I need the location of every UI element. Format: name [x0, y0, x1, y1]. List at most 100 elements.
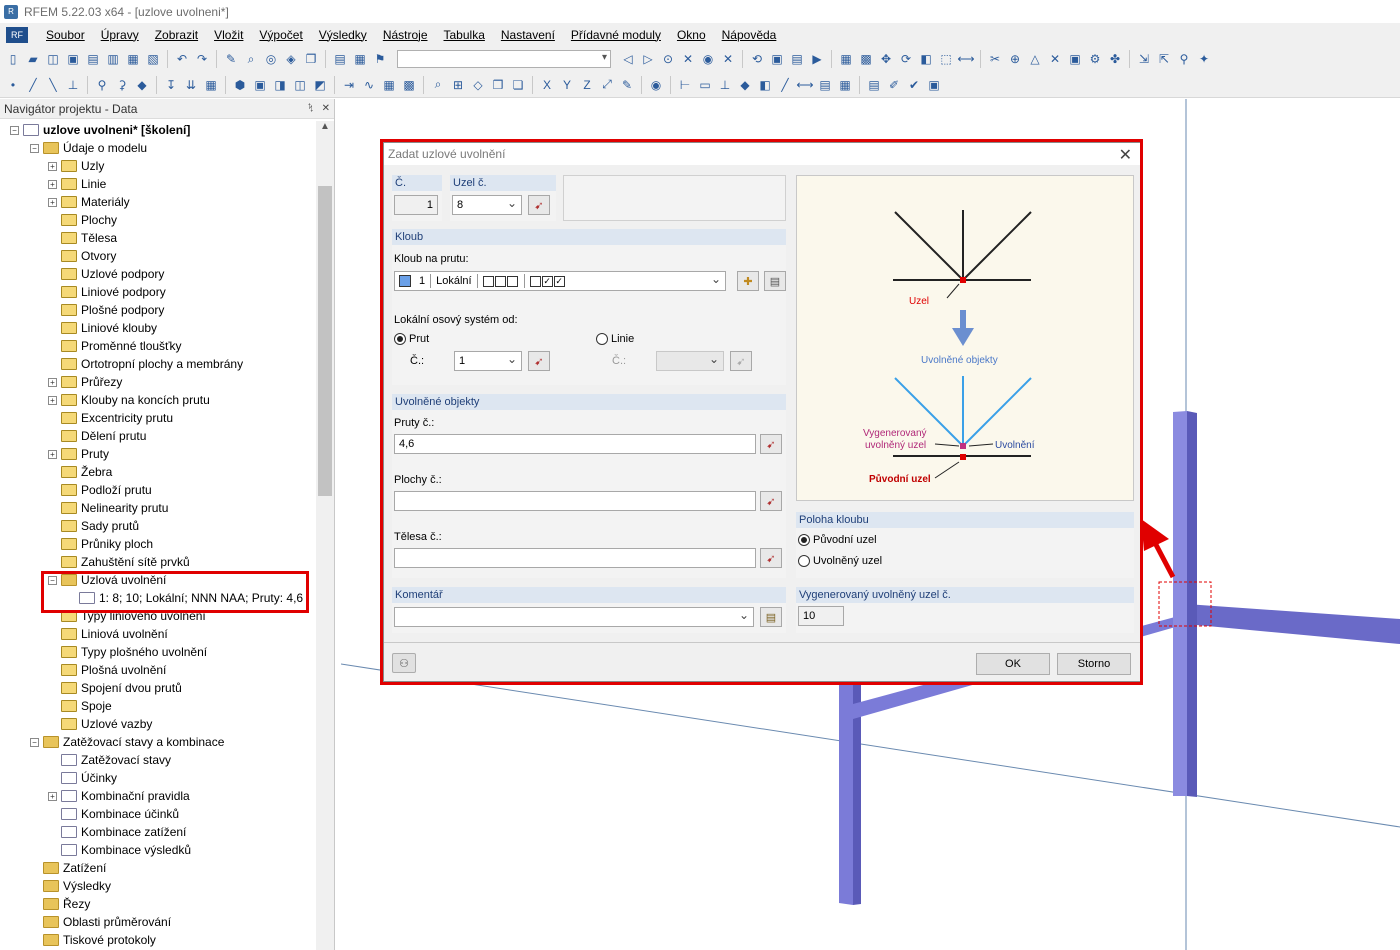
- menu-nastaveni[interactable]: Nastavení: [493, 28, 563, 42]
- menu-pridavne-moduly[interactable]: Přídavné moduly: [563, 28, 669, 42]
- render-icon[interactable]: ◉: [647, 76, 665, 94]
- view-y-icon[interactable]: Y: [558, 76, 576, 94]
- app-menu-icon[interactable]: RF: [6, 26, 28, 43]
- surface-tool-icon[interactable]: ◆: [133, 76, 151, 94]
- menu-tabulka[interactable]: Tabulka: [436, 28, 493, 42]
- animate-icon[interactable]: ▶: [808, 50, 826, 68]
- tree-load-item[interactable]: Kombinace výsledků: [48, 841, 191, 859]
- report-icon[interactable]: ▤: [788, 50, 806, 68]
- node-combo[interactable]: 8: [452, 195, 522, 215]
- tree-load-item[interactable]: Kombinace zatížení: [48, 823, 186, 841]
- cube-tool-icon[interactable]: ◨: [271, 76, 289, 94]
- member-no-combo[interactable]: 1: [454, 351, 522, 371]
- expand-icon[interactable]: +: [48, 395, 57, 405]
- ok-button[interactable]: OK: [976, 653, 1050, 675]
- marker-icon[interactable]: ✦: [1195, 50, 1213, 68]
- tree-item[interactable]: Tělesa: [48, 229, 117, 247]
- view-icon[interactable]: ⊙: [659, 50, 677, 68]
- table-icon[interactable]: ▤: [331, 50, 349, 68]
- tree-load-item[interactable]: Kombinace účinků: [48, 805, 179, 823]
- tree-item[interactable]: Plochy: [48, 211, 117, 229]
- pin-icon[interactable]: ᛪ: [308, 103, 314, 114]
- comment-list-icon[interactable]: ▤: [760, 607, 782, 627]
- doc-icon[interactable]: ▤: [865, 76, 883, 94]
- support-tool-icon[interactable]: ⊥: [64, 76, 82, 94]
- tree-item[interactable]: Typy plošného uvolnění: [48, 643, 207, 661]
- radio-member[interactable]: Prut: [394, 333, 429, 345]
- tree-item[interactable]: + Materiály: [48, 193, 130, 211]
- close-icon[interactable]: ✕: [322, 103, 330, 114]
- load-case-combo[interactable]: [397, 50, 611, 68]
- collapse-icon[interactable]: −: [30, 737, 39, 747]
- tree-project[interactable]: − uzlove uvolneni* [školení]: [10, 121, 190, 139]
- tree-item[interactable]: Spoje: [48, 697, 112, 715]
- loadcase-icon[interactable]: ⚑: [371, 50, 389, 68]
- open-folder-icon[interactable]: ◫: [44, 50, 62, 68]
- view-x-icon[interactable]: X: [538, 76, 556, 94]
- eye-icon[interactable]: ◉: [699, 50, 717, 68]
- tree-root-item[interactable]: Řezy: [30, 895, 90, 913]
- help-icon[interactable]: ⚇: [392, 653, 416, 673]
- menu-vlozit[interactable]: Vložit: [206, 28, 251, 42]
- pick-node-icon[interactable]: ➹: [528, 195, 550, 215]
- redo-icon[interactable]: ↷: [193, 50, 211, 68]
- tree-item[interactable]: Liniová uvolnění: [48, 625, 168, 643]
- solid-tool-icon[interactable]: ⬢: [231, 76, 249, 94]
- node-icon[interactable]: ⊕: [1006, 50, 1024, 68]
- pin-icon[interactable]: ⚲: [1175, 50, 1193, 68]
- tree-root-item[interactable]: Zatížení: [30, 859, 106, 877]
- tree-item[interactable]: Ortotropní plochy a membrány: [48, 355, 243, 373]
- color-icon[interactable]: ▣: [925, 76, 943, 94]
- tree-item[interactable]: + Linie: [48, 175, 106, 193]
- open-file-icon[interactable]: ▰: [24, 50, 42, 68]
- cancel-button[interactable]: Storno: [1057, 653, 1131, 675]
- print-icon[interactable]: ▥: [104, 50, 122, 68]
- delete-icon[interactable]: ✕: [1046, 50, 1064, 68]
- model-icon[interactable]: ✤: [1106, 50, 1124, 68]
- menu-soubor[interactable]: Soubor: [38, 28, 93, 42]
- zoom-tool-icon[interactable]: ⌕: [429, 76, 447, 94]
- layers-tool-icon[interactable]: ◫: [291, 76, 309, 94]
- settings-icon[interactable]: ⚙: [1086, 50, 1104, 68]
- view-layers-icon[interactable]: ❏: [509, 76, 527, 94]
- tree-item[interactable]: Proměnné tloušťky: [48, 337, 182, 355]
- menu-upravy[interactable]: Úpravy: [93, 28, 147, 42]
- tree-item[interactable]: Plošná uvolnění: [48, 661, 166, 679]
- tree-item[interactable]: + Uzly: [48, 157, 104, 175]
- tree-model-data[interactable]: − Údaje o modelu: [30, 139, 147, 157]
- cube-view-icon[interactable]: ◧: [756, 76, 774, 94]
- box-tool-icon[interactable]: ▣: [251, 76, 269, 94]
- line-tool-icon[interactable]: ╱: [24, 76, 42, 94]
- expand-icon[interactable]: +: [48, 161, 57, 171]
- results-xy-icon[interactable]: ✕: [719, 50, 737, 68]
- search-icon[interactable]: ⌕: [242, 50, 260, 68]
- move-icon[interactable]: ✥: [877, 50, 895, 68]
- menu-napoveda[interactable]: Nápověda: [714, 28, 785, 42]
- tree-item[interactable]: + Průřezy: [48, 373, 122, 391]
- pick-surfaces-icon[interactable]: ➹: [760, 491, 782, 511]
- view-3d-icon[interactable]: ❒: [489, 76, 507, 94]
- dimension-icon[interactable]: ⊢: [676, 76, 694, 94]
- tree-load-item[interactable]: Účinky: [48, 769, 117, 787]
- save-icon[interactable]: ▣: [64, 50, 82, 68]
- grid-snap-icon[interactable]: ▦: [837, 50, 855, 68]
- cut-icon[interactable]: ✂: [986, 50, 1004, 68]
- arrow-right-icon[interactable]: ▷: [639, 50, 657, 68]
- hinge-tool-icon[interactable]: ⚲: [93, 76, 111, 94]
- hinge-combo[interactable]: 1 Lokální ✓ ✓: [394, 271, 726, 291]
- rotate-icon[interactable]: ⟳: [897, 50, 915, 68]
- spline-tool-icon[interactable]: ∿: [360, 76, 378, 94]
- pen-icon[interactable]: ╱: [776, 76, 794, 94]
- tree-item[interactable]: Průniky ploch: [48, 535, 153, 553]
- comment-combo[interactable]: [394, 607, 754, 627]
- tree-item[interactable]: Uzlové vazby: [48, 715, 152, 733]
- tree-root-item[interactable]: Tiskové protokoly: [30, 931, 156, 949]
- navigator-scrollbar[interactable]: ▲: [316, 121, 334, 950]
- tree-item[interactable]: Excentricity prutu: [48, 409, 173, 427]
- results-x-icon[interactable]: ✕: [679, 50, 697, 68]
- iso-view-icon[interactable]: ◇: [469, 76, 487, 94]
- scale-icon[interactable]: ⬚: [937, 50, 955, 68]
- tree-item[interactable]: Zahuštění sítě prvků: [48, 553, 190, 571]
- tree-item[interactable]: Plošné podpory: [48, 301, 164, 319]
- node-tool-icon[interactable]: •: [4, 76, 22, 94]
